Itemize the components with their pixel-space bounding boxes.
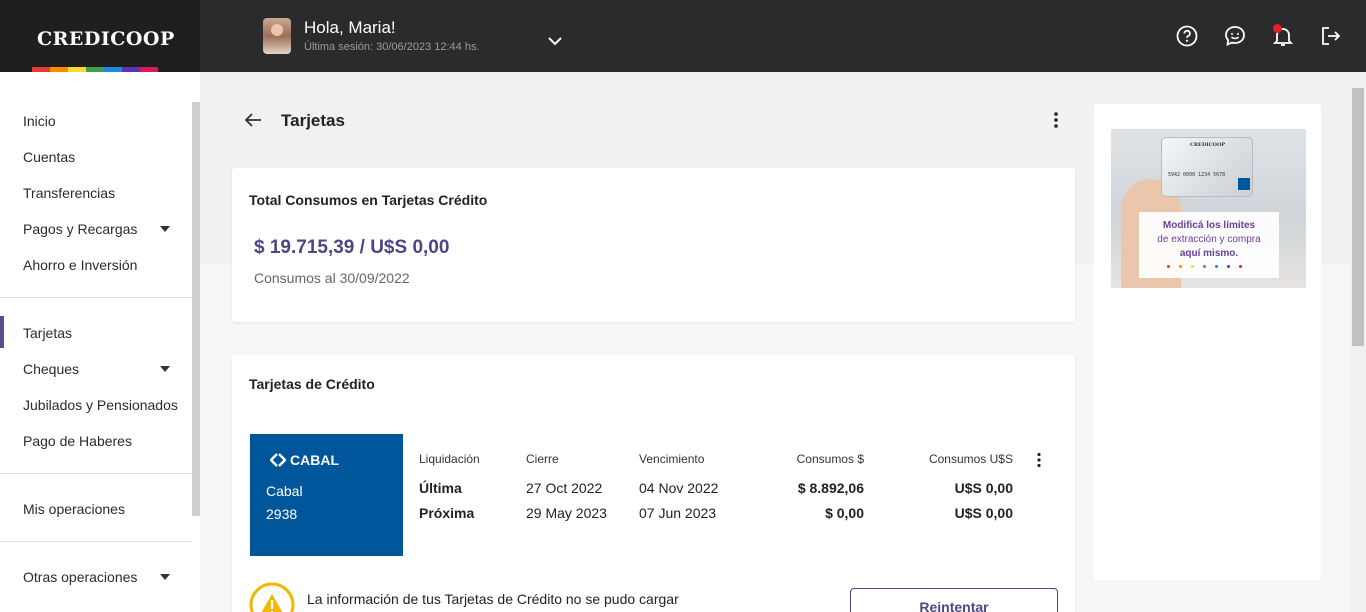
col-header-consumos-ars: Consumos $ [796, 452, 864, 466]
active-indicator [0, 316, 4, 348]
sidebar-item-mis-operaciones[interactable]: Mis operaciones [23, 501, 125, 517]
sidebar-item-jubilados[interactable]: Jubilados y Pensionados [23, 397, 178, 413]
row-vencimiento: 07 Jun 2023 [639, 505, 717, 521]
last-session: Última sesión: 30/06/2023 12:44 hs. [304, 41, 480, 53]
top-bar [0, 0, 1366, 72]
sidebar-item-tarjetas[interactable]: Tarjetas [23, 325, 72, 341]
cabal-logo: CABAL [270, 452, 339, 468]
row-liquidacion: Última [419, 480, 462, 496]
promo-credit-card: CREDICOOP 5942 0000 1234 5678 [1161, 137, 1253, 197]
warning-icon [249, 582, 295, 612]
cabal-diamond-icon [270, 453, 286, 467]
sidebar-item-ahorro[interactable]: Ahorro e Inversión [23, 257, 137, 273]
promo-banner[interactable]: CREDICOOP 5942 0000 1234 5678 Modificá l… [1111, 129, 1306, 288]
row-cierre: 27 Oct 2022 [526, 480, 603, 496]
promo-card-number: 5942 0000 1234 5678 [1168, 172, 1226, 178]
retry-button[interactable]: Reintentar [850, 588, 1058, 612]
sidebar-item-transferencias[interactable]: Transferencias [23, 185, 115, 201]
warning-message: La información de tus Tarjetas de Crédit… [307, 591, 679, 612]
promo-dot [1227, 265, 1230, 268]
cabal-card[interactable]: CABAL Cabal 2938 [250, 434, 403, 556]
promo-dot [1215, 265, 1218, 268]
greeting: Hola, Maria! [304, 18, 396, 37]
logo[interactable]: CREDICOOP [0, 0, 200, 72]
caret-down-icon[interactable] [160, 574, 170, 580]
promo-line-3: aquí mismo. [1179, 248, 1239, 259]
caret-down-icon[interactable] [160, 366, 170, 372]
row-vencimiento: 04 Nov 2022 [639, 480, 719, 496]
row-cierre: 29 May 2023 [526, 505, 607, 521]
sidebar-divider [0, 297, 192, 298]
promo-text-box: Modificá los límites de extracción y com… [1139, 212, 1279, 278]
row-consumos-ars: $ 0,00 [825, 505, 864, 521]
sidebar-scrollbar[interactable] [192, 102, 200, 516]
chevron-down-icon[interactable] [546, 32, 564, 50]
promo-line-2: de extracción y compra [1157, 234, 1261, 245]
total-amount: $ 19.715,39 / U$S 0,00 [254, 237, 450, 258]
sidebar-divider [0, 473, 192, 474]
page-scrollbar-thumb[interactable] [1352, 88, 1364, 346]
help-icon[interactable] [1175, 24, 1199, 48]
sidebar-item-inicio[interactable]: Inicio [23, 113, 56, 129]
credit-cards-title: Tarjetas de Crédito [249, 376, 375, 392]
back-arrow-icon[interactable] [243, 110, 263, 130]
col-header-cierre: Cierre [526, 452, 559, 466]
cabal-mini-logo [1238, 178, 1250, 190]
totals-title: Total Consumos en Tarjetas Crédito [249, 192, 488, 208]
totals-date: Consumos al 30/09/2022 [254, 270, 410, 286]
promo-dots [1167, 265, 1242, 268]
more-vertical-icon[interactable] [1046, 110, 1066, 130]
col-header-vencimiento: Vencimiento [639, 452, 705, 466]
row-consumos-usd: U$S 0,00 [954, 480, 1013, 496]
sidebar-divider [0, 541, 192, 542]
sidebar-item-pagos[interactable]: Pagos y Recargas [23, 221, 137, 237]
more-vertical-icon[interactable] [1030, 451, 1048, 469]
row-liquidacion: Próxima [419, 505, 475, 521]
sidebar-item-otras[interactable]: Otras operaciones [23, 569, 137, 585]
caret-down-icon[interactable] [160, 226, 170, 232]
row-consumos-ars: $ 8.892,06 [797, 480, 864, 496]
logout-icon[interactable] [1319, 24, 1343, 48]
cabal-brand: CABAL [290, 452, 339, 468]
notification-badge [1273, 24, 1282, 33]
sidebar-item-cheques[interactable]: Cheques [23, 361, 79, 377]
chat-icon[interactable] [1223, 24, 1247, 48]
col-header-consumos-usd: Consumos U$S [928, 452, 1013, 466]
logo-text: CREDICOOP [37, 28, 175, 50]
sidebar-item-cuentas[interactable]: Cuentas [23, 149, 75, 165]
col-header-liquidacion: Liquidación [419, 452, 480, 466]
row-consumos-usd: U$S 0,00 [954, 505, 1013, 521]
promo-dot [1179, 265, 1182, 268]
promo-dot [1239, 265, 1242, 268]
sidebar-item-haberes[interactable]: Pago de Haberes [23, 433, 132, 449]
page-title: Tarjetas [281, 111, 345, 130]
promo-line-1: Modificá los límites [1162, 220, 1256, 231]
promo-card-brand: CREDICOOP [1190, 142, 1226, 148]
avatar[interactable] [263, 18, 291, 54]
promo-dot [1167, 265, 1170, 268]
card-name: Cabal [266, 483, 303, 499]
card-number: 2938 [266, 506, 298, 522]
promo-dot [1191, 265, 1194, 268]
promo-dot [1203, 265, 1206, 268]
